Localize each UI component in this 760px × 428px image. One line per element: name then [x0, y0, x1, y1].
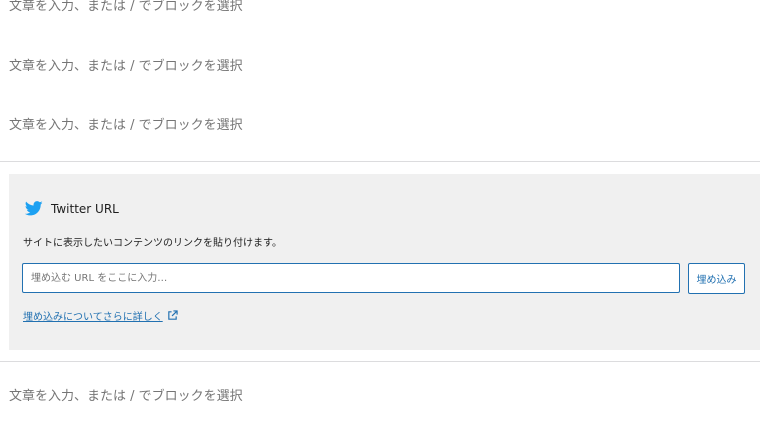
external-link-icon: [167, 310, 178, 320]
embed-button[interactable]: 埋め込み: [688, 263, 745, 294]
paragraph-placeholder-1[interactable]: 文章を入力、または / でブロックを選択: [9, 0, 243, 16]
block-divider-bottom: [0, 361, 760, 362]
learn-more-label[interactable]: 埋め込みについてさらに詳しく: [23, 308, 163, 323]
embed-title: Twitter URL: [51, 201, 119, 216]
paragraph-placeholder-3[interactable]: 文章を入力、または / でブロックを選択: [9, 117, 243, 135]
paragraph-placeholder-4[interactable]: 文章を入力、または / でブロックを選択: [9, 388, 243, 406]
block-divider-top: [0, 161, 760, 162]
learn-more-link[interactable]: 埋め込みについてさらに詳しく: [23, 308, 178, 323]
twitter-icon: [25, 201, 43, 216]
paragraph-placeholder-2[interactable]: 文章を入力、または / でブロックを選択: [9, 58, 243, 76]
embed-url-input[interactable]: [22, 263, 680, 293]
editor-canvas: 文章を入力、または / でブロックを選択 文章を入力、または / でブロックを選…: [0, 0, 760, 428]
embed-header: Twitter URL: [25, 201, 119, 216]
embed-description: サイトに表示したいコンテンツのリンクを貼り付けます。: [23, 238, 282, 249]
twitter-embed-block[interactable]: Twitter URL サイトに表示したいコンテンツのリンクを貼り付けます。 埋…: [9, 174, 760, 350]
